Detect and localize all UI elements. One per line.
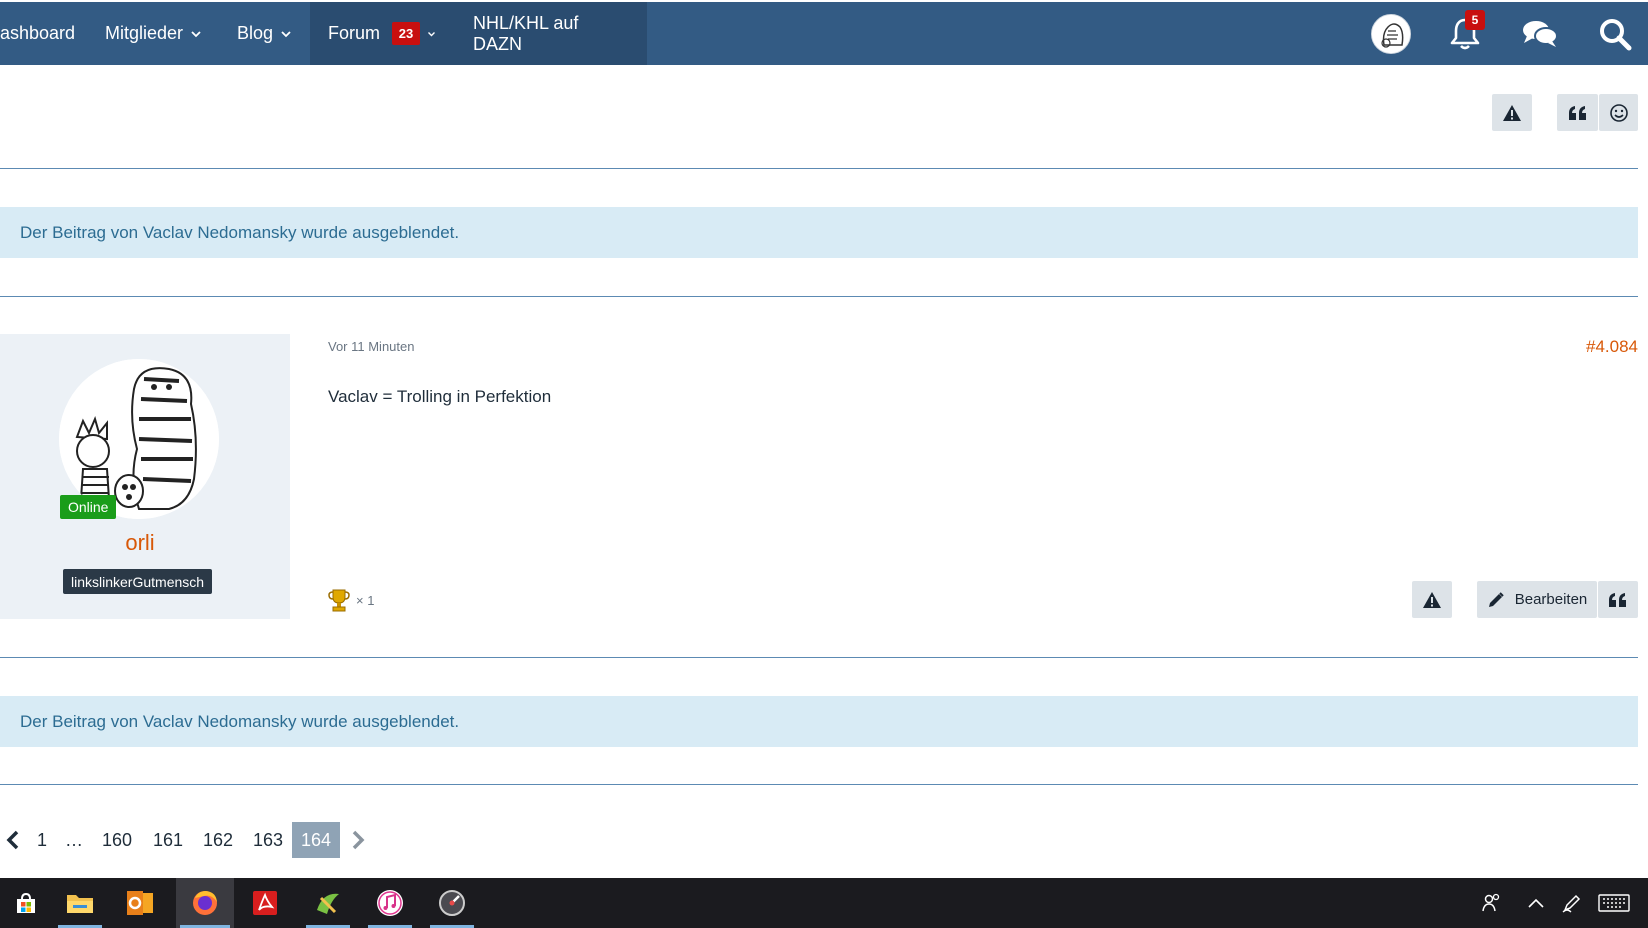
- taskbar-outlook[interactable]: [114, 878, 166, 928]
- start-button[interactable]: [0, 878, 52, 928]
- firefox-icon: [193, 891, 217, 915]
- nav-item-nhl-khl-dazn[interactable]: NHL/KHL auf DAZN: [454, 2, 647, 65]
- taskbar-acrobat[interactable]: [239, 878, 291, 928]
- tray-pen[interactable]: [1554, 878, 1590, 928]
- keyboard-icon: [1598, 894, 1630, 912]
- windows-taskbar: [0, 878, 1648, 928]
- notifications-badge: 5: [1465, 10, 1485, 30]
- report-button[interactable]: [1492, 94, 1532, 131]
- quote-icon: [1609, 592, 1626, 607]
- post-content: Vaclav = Trolling in Perfektion: [328, 387, 552, 406]
- trophy-count: × 1: [356, 592, 375, 608]
- pagination-page[interactable]: 163: [244, 822, 292, 858]
- pagination-page[interactable]: 1: [26, 822, 58, 858]
- edit-button-label: Bearbeiten: [1514, 591, 1588, 608]
- pagination-current-page: 164: [292, 822, 340, 858]
- pagination-page[interactable]: 160: [90, 822, 144, 858]
- pagination-next[interactable]: [340, 822, 376, 858]
- user-menu-button[interactable]: [1361, 2, 1421, 65]
- hidden-post-notice[interactable]: Der Beitrag von Vaclav Nedomansky wurde …: [0, 207, 1638, 258]
- itunes-icon: [377, 890, 403, 916]
- nav-item-dashboard[interactable]: ashboard: [0, 2, 84, 65]
- warning-icon: [1423, 591, 1441, 608]
- app-icon: [317, 893, 339, 914]
- post-divider: [0, 168, 1638, 169]
- hidden-post-notice[interactable]: Der Beitrag von Vaclav Nedomansky wurde …: [0, 696, 1638, 747]
- post-username[interactable]: orli: [0, 530, 280, 556]
- tray-people[interactable]: [1474, 878, 1510, 928]
- pencil-icon: [1488, 591, 1504, 607]
- top-navigation: ashboard Mitglieder Blog Forum 23 NHL/KH…: [0, 0, 1648, 66]
- chevron-down-icon: [281, 30, 291, 37]
- nav-item-label: Blog: [237, 23, 274, 43]
- people-icon: [1482, 893, 1500, 912]
- warning-icon: [1503, 104, 1521, 121]
- quote-icon: [1568, 105, 1586, 120]
- taskbar-app-gauge[interactable]: [426, 878, 478, 928]
- gauge-icon: [439, 890, 465, 916]
- hidden-post-notice-text: Der Beitrag von Vaclav Nedomansky wurde …: [20, 711, 460, 731]
- reaction-button[interactable]: [1599, 94, 1638, 131]
- forum-unread-badge: 23: [392, 22, 421, 45]
- nav-item-label: ashboard: [0, 23, 76, 43]
- chevron-left-icon: [6, 830, 19, 850]
- conversations-icon: [1523, 20, 1558, 47]
- acrobat-icon: [253, 891, 277, 915]
- quote-button[interactable]: [1557, 94, 1598, 131]
- post-divider: [0, 657, 1638, 658]
- nav-user-area: 5: [1353, 2, 1648, 65]
- chevron-down-icon: [191, 30, 201, 37]
- online-status-badge: Online: [60, 495, 117, 519]
- nav-item-label: Mitglieder: [105, 23, 184, 43]
- tray-show-hidden[interactable]: [1518, 878, 1554, 928]
- chevron-up-icon: [1528, 898, 1544, 908]
- outlook-icon: [127, 891, 153, 915]
- quote-button[interactable]: [1598, 581, 1638, 618]
- notifications-button[interactable]: 5: [1435, 2, 1495, 65]
- taskbar-firefox[interactable]: [176, 878, 234, 928]
- hidden-post-notice-text: Der Beitrag von Vaclav Nedomansky wurde …: [20, 222, 460, 242]
- user-rank-title: linkslinkerGutmensch: [63, 569, 213, 594]
- post-divider: [0, 784, 1638, 785]
- pagination-page[interactable]: 161: [144, 822, 192, 858]
- pagination: 1 … 160 161 162 163 164: [0, 822, 376, 858]
- taskbar-file-explorer[interactable]: [54, 878, 106, 928]
- report-button[interactable]: [1412, 581, 1452, 618]
- trophy-icon: [328, 589, 350, 612]
- conversations-button[interactable]: [1510, 2, 1570, 65]
- post-number-link[interactable]: #4.084: [1586, 337, 1638, 357]
- post-divider: [0, 296, 1638, 297]
- nav-item-label: Forum: [328, 23, 381, 43]
- pagination-page[interactable]: 162: [192, 822, 244, 858]
- nav-item-label: NHL/KHL auf DAZN: [473, 12, 579, 54]
- taskbar-app-green[interactable]: [302, 878, 354, 928]
- pagination-ellipsis[interactable]: …: [58, 822, 90, 858]
- chevron-down-icon: [428, 31, 435, 36]
- search-icon: [1600, 18, 1632, 50]
- edit-button[interactable]: Bearbeiten: [1477, 581, 1597, 618]
- tray-keyboard[interactable]: [1594, 878, 1634, 928]
- nav-item-blog[interactable]: Blog: [219, 2, 310, 65]
- post-timestamp[interactable]: Vor 11 Minuten: [328, 339, 414, 354]
- taskbar-itunes[interactable]: [364, 878, 416, 928]
- nav-item-mitglieder[interactable]: Mitglieder: [87, 2, 220, 65]
- smiley-icon: [1609, 103, 1628, 122]
- search-button[interactable]: [1585, 2, 1645, 65]
- nav-item-forum[interactable]: Forum 23: [310, 2, 454, 65]
- pen-icon: [1562, 894, 1581, 913]
- folder-icon: [67, 895, 93, 913]
- user-avatar-icon: [1371, 13, 1411, 54]
- pagination-previous[interactable]: [0, 822, 26, 858]
- chevron-right-icon: [352, 830, 365, 850]
- windows-store-icon: [17, 892, 35, 913]
- post-reactions[interactable]: × 1: [328, 588, 374, 612]
